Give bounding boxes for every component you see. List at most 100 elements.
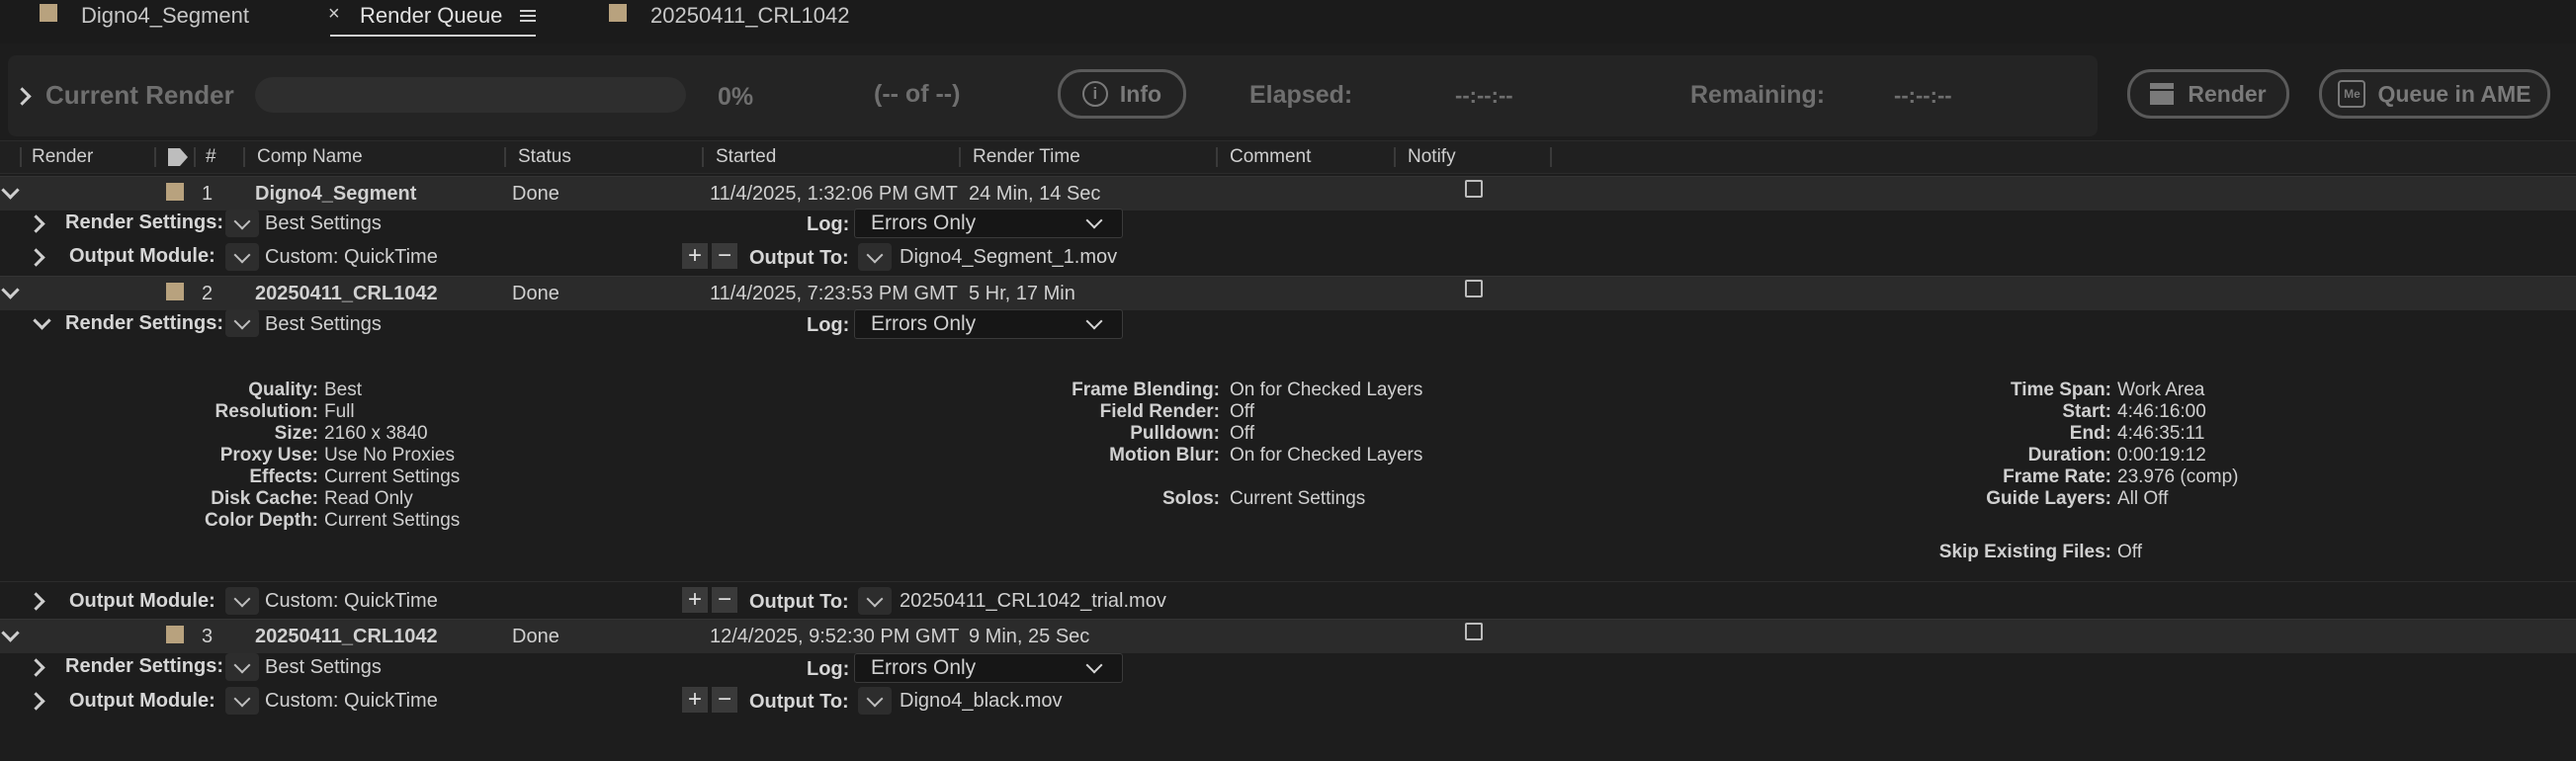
output-module-value[interactable]: Custom: QuickTime — [265, 584, 438, 618]
setting-key: Effects: — [249, 466, 318, 487]
col-notify[interactable]: Notify — [1408, 141, 1456, 173]
queue-item-row[interactable]: 2 20250411_CRL1042 Done 11/4/2025, 7:23:… — [0, 276, 2576, 310]
notify-checkbox[interactable] — [1465, 623, 1483, 640]
comp-color-swatch[interactable] — [166, 283, 184, 300]
column-divider[interactable] — [1216, 147, 1218, 167]
render-settings-dropdown[interactable] — [225, 653, 259, 681]
item-status: Done — [512, 626, 559, 647]
log-label: Log: — [807, 213, 850, 235]
col-started[interactable]: Started — [716, 141, 776, 173]
item-comp-name[interactable]: Digno4_Segment — [255, 177, 416, 211]
setting-value: 4:46:16:00 — [2117, 401, 2206, 422]
queue-item-row[interactable]: 3 20250411_CRL1042 Done 12/4/2025, 9:52:… — [0, 619, 2576, 653]
render-settings-value[interactable]: Best Settings — [265, 650, 382, 684]
remove-output-module-button[interactable]: − — [712, 687, 737, 713]
add-output-module-button[interactable]: + — [682, 587, 708, 613]
log-select[interactable]: Errors Only — [854, 653, 1123, 683]
setting-value: On for Checked Layers — [1230, 380, 1423, 400]
comp-color-swatch — [40, 4, 57, 22]
col-render[interactable]: Render — [32, 141, 93, 173]
column-divider[interactable] — [243, 147, 245, 167]
label-tag-icon[interactable] — [168, 148, 188, 166]
output-to-dropdown[interactable] — [858, 687, 892, 715]
output-to-label: Output To: — [749, 691, 849, 713]
col-comment[interactable]: Comment — [1230, 141, 1311, 173]
output-module-value[interactable]: Custom: QuickTime — [265, 240, 438, 274]
setting-key: Size: — [274, 423, 318, 444]
comp-color-swatch — [609, 4, 627, 22]
setting-key: Guide Layers: — [1986, 488, 2111, 509]
output-to-value[interactable]: 20250411_CRL1042_trial.mov — [900, 584, 1166, 618]
col-render-time[interactable]: Render Time — [973, 141, 1080, 173]
chevron-right-icon[interactable] — [27, 658, 45, 677]
col-number[interactable]: # — [206, 141, 216, 173]
column-divider[interactable] — [504, 147, 506, 167]
panel-tab-bar: Digno4_Segment × Render Queue 20250411_C… — [0, 0, 2576, 43]
chevron-right-icon[interactable] — [27, 214, 45, 233]
remove-output-module-button[interactable]: − — [712, 587, 737, 613]
chevron-down-icon[interactable] — [1, 281, 20, 299]
add-output-module-button[interactable]: + — [682, 687, 708, 713]
info-button-label: Info — [1119, 80, 1162, 107]
column-divider[interactable] — [1394, 147, 1396, 167]
chevron-down-icon[interactable] — [1, 181, 20, 200]
setting-key: Color Depth: — [204, 510, 318, 531]
output-module-label: Output Module: — [69, 590, 215, 612]
render-settings-value[interactable]: Best Settings — [265, 307, 382, 341]
divider — [0, 581, 2576, 582]
render-settings-dropdown[interactable] — [225, 210, 259, 237]
chevron-down-icon[interactable] — [1, 624, 20, 642]
elapsed-value: --:--:-- — [1455, 83, 1513, 108]
column-divider[interactable] — [194, 147, 196, 167]
render-settings-dropdown[interactable] — [225, 309, 259, 337]
close-icon[interactable]: × — [328, 3, 340, 26]
setting-key: Quality: — [248, 380, 318, 400]
column-divider[interactable] — [1550, 147, 1552, 167]
notify-checkbox[interactable] — [1465, 180, 1483, 198]
setting-value: 0:00:19:12 — [2117, 445, 2206, 465]
tab-20250411-crl1042[interactable]: 20250411_CRL1042 — [650, 3, 849, 29]
output-to-value[interactable]: Digno4_Segment_1.mov — [900, 240, 1117, 274]
tab-digno4-segment[interactable]: Digno4_Segment — [81, 3, 249, 29]
add-output-module-button[interactable]: + — [682, 243, 708, 269]
queue-item-row[interactable]: 1 Digno4_Segment Done 11/4/2025, 1:32:06… — [0, 176, 2576, 211]
output-module-dropdown[interactable] — [225, 243, 259, 271]
render-count: (-- of --) — [874, 80, 961, 108]
info-button[interactable]: i Info — [1058, 69, 1186, 119]
chevron-right-icon[interactable] — [27, 592, 45, 611]
setting-key: Skip Existing Files: — [1938, 542, 2111, 562]
log-select[interactable]: Errors Only — [854, 309, 1123, 339]
output-to-value[interactable]: Digno4_black.mov — [900, 684, 1063, 718]
queue-in-ame-button[interactable]: Me Queue in AME — [2319, 69, 2550, 119]
output-module-dropdown[interactable] — [225, 687, 259, 715]
tab-render-queue[interactable]: Render Queue — [360, 3, 502, 29]
render-settings-label: Render Settings: — [65, 312, 224, 334]
log-select[interactable]: Errors Only — [854, 209, 1123, 238]
column-divider[interactable] — [959, 147, 961, 167]
panel-menu-icon[interactable] — [520, 7, 536, 25]
item-comp-name[interactable]: 20250411_CRL1042 — [255, 277, 438, 310]
output-to-dropdown[interactable] — [858, 587, 892, 615]
column-divider[interactable] — [20, 147, 22, 167]
setting-value: Current Settings — [324, 466, 461, 487]
output-module-value[interactable]: Custom: QuickTime — [265, 684, 438, 718]
output-module-dropdown[interactable] — [225, 587, 259, 615]
column-divider[interactable] — [702, 147, 704, 167]
chevron-down-icon[interactable] — [33, 311, 51, 330]
chevron-right-icon[interactable] — [27, 248, 45, 267]
render-settings-label: Render Settings: — [65, 211, 224, 233]
column-divider[interactable] — [154, 147, 156, 167]
col-status[interactable]: Status — [518, 141, 571, 173]
notify-checkbox[interactable] — [1465, 280, 1483, 297]
render-settings-value[interactable]: Best Settings — [265, 207, 382, 240]
chevron-right-icon[interactable] — [27, 692, 45, 711]
render-button[interactable]: Render — [2127, 69, 2289, 119]
comp-color-swatch[interactable] — [166, 183, 184, 201]
item-comp-name[interactable]: 20250411_CRL1042 — [255, 620, 438, 653]
setting-value: Current Settings — [1230, 488, 1366, 509]
remove-output-module-button[interactable]: − — [712, 243, 737, 269]
setting-value: All Off — [2117, 488, 2169, 509]
comp-color-swatch[interactable] — [166, 626, 184, 643]
output-to-dropdown[interactable] — [858, 243, 892, 271]
col-comp-name[interactable]: Comp Name — [257, 141, 363, 173]
